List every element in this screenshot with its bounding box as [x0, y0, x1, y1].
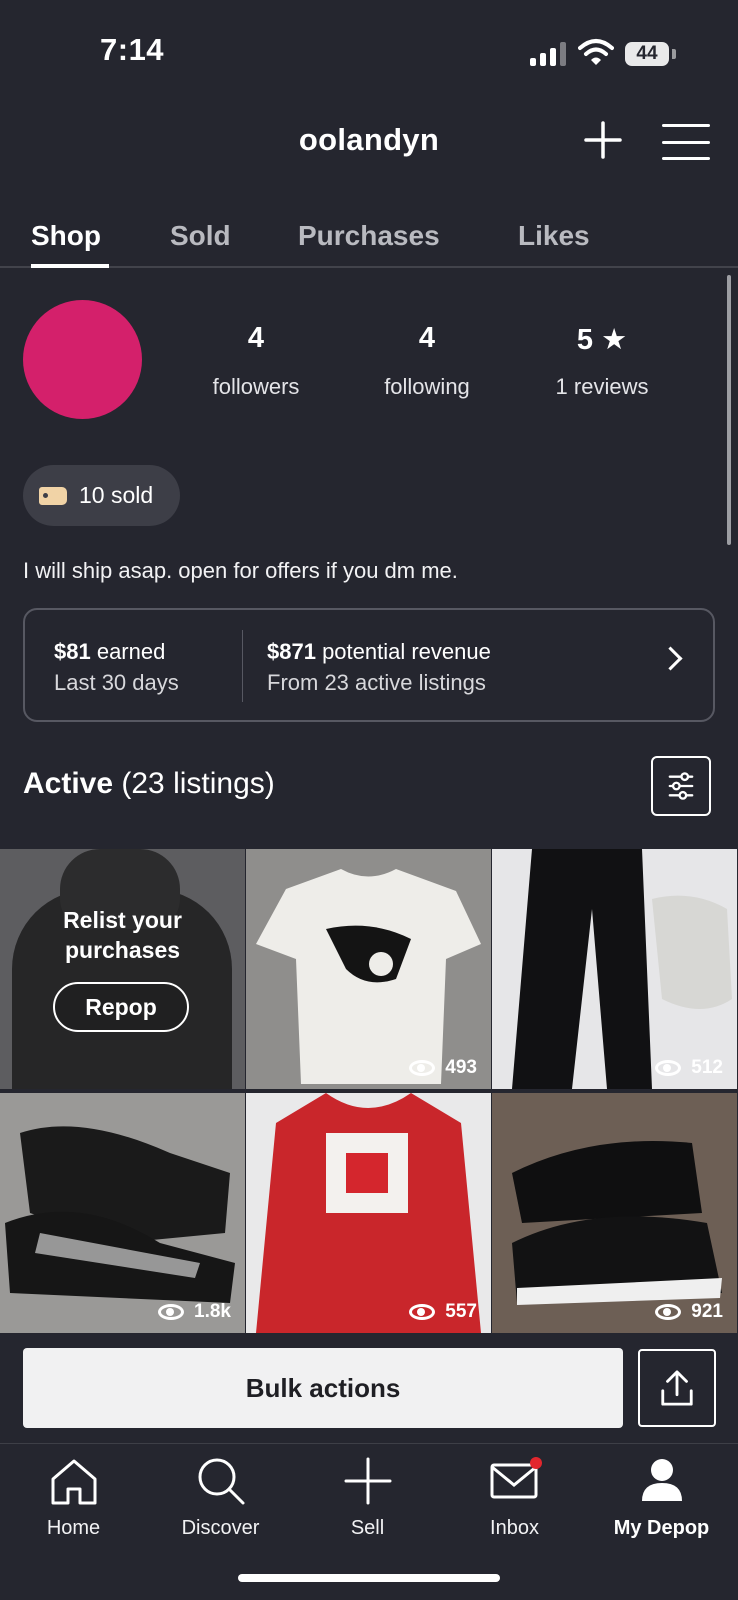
- boots-image: [5, 1126, 235, 1303]
- nav-home-label: Home: [46, 1517, 101, 1539]
- revenue-amount: $871: [267, 639, 316, 664]
- followers-stat[interactable]: 4 followers: [171, 322, 341, 400]
- bottom-nav-divider: [0, 1443, 738, 1444]
- followers-count: 4: [247, 322, 265, 354]
- listing-tile[interactable]: 557: [246, 1093, 491, 1333]
- nav-sell[interactable]: Sell: [294, 1455, 441, 1540]
- wifi-icon: [578, 39, 614, 65]
- listings-count: (23 listings): [113, 767, 275, 800]
- tshirt-image: [256, 869, 481, 1084]
- listing-tile[interactable]: 493: [246, 849, 491, 1089]
- listing-grid: Relist yourpurchases Repop 493 512 1.8k: [0, 849, 738, 1333]
- bulk-actions-button[interactable]: Bulk actions: [23, 1348, 623, 1428]
- view-count: 512: [655, 1057, 723, 1079]
- share-button[interactable]: [638, 1349, 716, 1427]
- view-count: 921: [655, 1301, 723, 1323]
- tabs-divider: [0, 266, 738, 268]
- status-time: 7:14: [100, 32, 165, 67]
- earnings-divider: [242, 630, 243, 702]
- nav-sell-label: Sell: [350, 1517, 385, 1539]
- eye-icon: [655, 1060, 682, 1076]
- active-tab-indicator: [31, 264, 109, 268]
- eye-icon: [655, 1304, 682, 1320]
- followers-label: followers: [212, 374, 300, 399]
- bio-text: I will ship asap. open for offers if you…: [23, 558, 458, 583]
- sneakers-image: [512, 1141, 722, 1305]
- eye-icon: [409, 1304, 436, 1320]
- mail-icon: [490, 1457, 542, 1499]
- page-title: oolandyn: [298, 122, 440, 157]
- signal-icon: [530, 40, 566, 66]
- tab-shop[interactable]: Shop: [31, 220, 101, 252]
- tab-purchases[interactable]: Purchases: [298, 220, 440, 252]
- nav-inbox[interactable]: Inbox: [441, 1455, 588, 1540]
- sold-badge: 10 sold: [23, 465, 180, 526]
- earned-amount: $81: [54, 639, 91, 664]
- nav-my-depop[interactable]: My Depop: [588, 1455, 735, 1540]
- filter-button[interactable]: [651, 756, 711, 816]
- listing-tile[interactable]: 921: [492, 1093, 737, 1333]
- active-listings-title: Active (23 listings): [23, 767, 275, 801]
- revenue-label: potential revenue: [315, 639, 491, 664]
- rating-value: 5 ★: [576, 324, 628, 356]
- following-count: 4: [418, 322, 436, 354]
- tab-likes[interactable]: Likes: [518, 220, 590, 252]
- active-label: Active: [23, 767, 114, 800]
- home-icon: [51, 1459, 96, 1505]
- chevron-right-icon: [658, 646, 683, 671]
- view-count: 1.8k: [158, 1301, 231, 1323]
- hoodie-red-image: [256, 1093, 481, 1333]
- reviews-stat[interactable]: 5 ★ 1 reviews: [517, 322, 687, 400]
- menu-button[interactable]: [662, 124, 710, 160]
- nav-inbox-label: Inbox: [490, 1517, 539, 1539]
- search-icon: [198, 1458, 244, 1505]
- relist-text: Relist your purchases: [63, 907, 182, 963]
- nav-my-depop-label: My Depop: [613, 1517, 710, 1539]
- scrollbar[interactable]: [727, 275, 731, 545]
- reviews-label: 1 reviews: [555, 374, 649, 399]
- relist-tile[interactable]: Relist your purchases Repop: [0, 849, 245, 1089]
- plus-icon: [344, 1457, 391, 1505]
- earned-section: $81 earned Last 30 days: [54, 636, 179, 698]
- nav-home[interactable]: Home: [0, 1455, 147, 1540]
- person-icon: [641, 1459, 682, 1501]
- profile-tabs: Shop Sold Purchases Likes: [0, 214, 738, 270]
- view-count: 557: [409, 1301, 477, 1323]
- battery-nub: [672, 49, 676, 59]
- avatar[interactable]: [23, 300, 142, 419]
- sold-count: 10 sold: [79, 482, 154, 508]
- earned-period: Last 30 days: [54, 670, 179, 695]
- listing-tile[interactable]: 1.8k: [0, 1093, 245, 1333]
- listing-tile[interactable]: 512: [492, 849, 737, 1089]
- battery-icon: 44: [625, 42, 669, 66]
- earnings-card[interactable]: $81 earned Last 30 days $871 potential r…: [23, 608, 715, 722]
- revenue-section: $871 potential revenue From 23 active li…: [267, 636, 491, 698]
- revenue-source: From 23 active listings: [267, 670, 486, 695]
- add-listing-button[interactable]: [583, 120, 623, 160]
- tab-sold[interactable]: Sold: [170, 220, 231, 252]
- home-indicator[interactable]: [238, 1574, 500, 1582]
- eye-icon: [158, 1304, 185, 1320]
- nav-discover-label: Discover: [181, 1517, 260, 1539]
- following-label: following: [384, 374, 470, 399]
- following-stat[interactable]: 4 following: [342, 322, 512, 400]
- repop-button[interactable]: Repop: [53, 982, 189, 1032]
- earned-label: earned: [90, 639, 166, 664]
- jeans-image: [512, 849, 732, 1089]
- nav-discover[interactable]: Discover: [147, 1455, 294, 1540]
- eye-icon: [409, 1060, 436, 1076]
- view-count: 493: [409, 1057, 477, 1079]
- price-tag-icon: [39, 486, 67, 505]
